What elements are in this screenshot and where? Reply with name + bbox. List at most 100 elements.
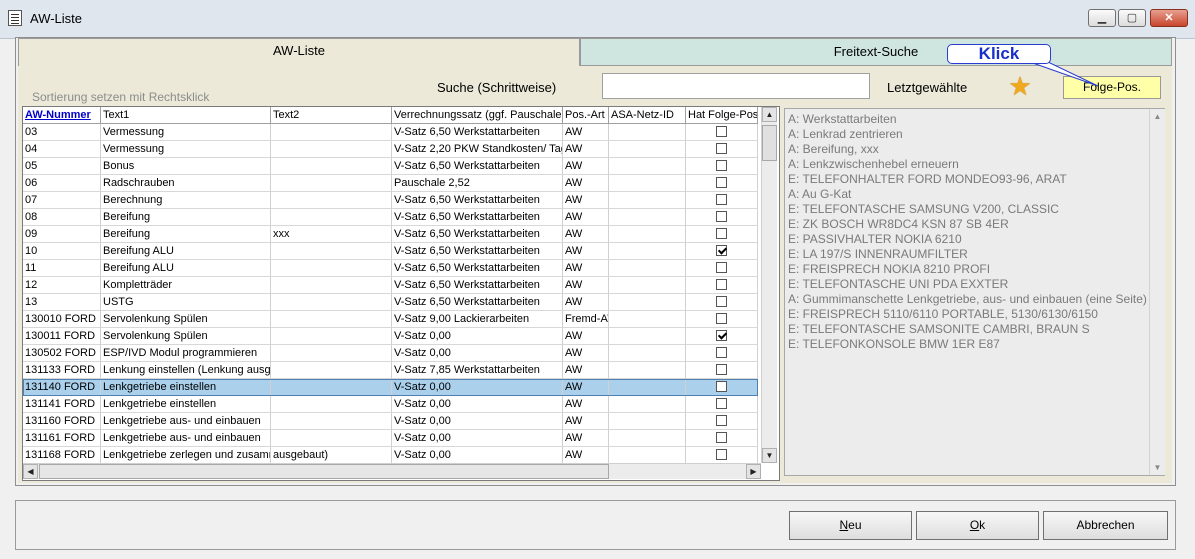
table-cell-aw-nummer: 131168 FORD (23, 447, 101, 464)
list-item[interactable]: E: TELEFONKONSOLE BMW 1ER E87 (788, 337, 1148, 352)
table-row[interactable]: 03 Vermessung V-Satz 6,50 Werkstattarbeite… (23, 124, 758, 141)
table-cell-pos-art: AW (563, 379, 609, 396)
table-row[interactable]: 13 USTG V-Satz 6,50 Werkstattarbeiten AW (23, 294, 758, 311)
table-row[interactable]: 11 Bereifung ALU V-Satz 6,50 Werkstattarbe… (23, 260, 758, 277)
table-cell-hat-folge-pos (686, 175, 758, 192)
folge-pos-checkbox[interactable] (716, 347, 727, 358)
table-row[interactable]: 12 Kompletträder V-Satz 6,50 Werkstattarbe… (23, 277, 758, 294)
list-item[interactable]: E: LA 197/S INNENRAUMFILTER (788, 247, 1148, 262)
table-row[interactable]: 131141 FORD Lenkgetriebe einstellen V-Satz… (23, 396, 758, 413)
close-button[interactable]: ✕ (1150, 9, 1188, 27)
table-cell-text1: USTG (101, 294, 271, 311)
folge-pos-checkbox[interactable] (716, 381, 727, 392)
new-button[interactable]: Neu (789, 511, 912, 540)
list-item[interactable]: E: ZK BOSCH WR8DC4 KSN 87 SB 4ER (788, 217, 1148, 232)
table-row[interactable]: 10 Bereifung ALU V-Satz 6,50 Werkstattarbe… (23, 243, 758, 260)
list-item[interactable]: A: Gummimanschette Lenkgetriebe, aus- un… (788, 292, 1148, 307)
folge-pos-checkbox[interactable] (716, 126, 727, 137)
folge-pos-checkbox[interactable] (716, 211, 727, 222)
minimize-button[interactable]: ▁ (1088, 9, 1116, 27)
recent-scroll-up-arrow-icon[interactable]: ▲ (1150, 109, 1165, 124)
list-item[interactable]: E: FREISPRECH 5110/6110 PORTABLE, 5130/6… (788, 307, 1148, 322)
recent-scroll-down-arrow-icon[interactable]: ▼ (1150, 460, 1165, 475)
search-input[interactable] (602, 73, 870, 99)
table-cell-asa-netz-id (609, 311, 686, 328)
folge-pos-checkbox[interactable] (716, 279, 727, 290)
cancel-button[interactable]: Abbrechen (1043, 511, 1168, 540)
list-item[interactable]: E: TELEFONHALTER FORD MONDEO93-96, ARAT (788, 172, 1148, 187)
list-item[interactable]: E: TELEFONTASCHE SAMSUNG V200, CLASSIC (788, 202, 1148, 217)
recent-list-scrollbar[interactable]: ▲ ▼ (1149, 109, 1165, 475)
folge-pos-checkbox[interactable] (716, 415, 727, 426)
table-row[interactable]: 09 Bereifung xxx V-Satz 6,50 Werkstattarbei… (23, 226, 758, 243)
table-row[interactable]: 130010 FORD Servolenkung Spülen V-Satz 9,0… (23, 311, 758, 328)
table-row[interactable]: 05 Bonus V-Satz 6,50 Werkstattarbeiten AW (23, 158, 758, 175)
grid-horizontal-scroll-thumb[interactable] (39, 464, 609, 479)
list-item[interactable]: A: Bereifung, xxx (788, 142, 1148, 157)
table-cell-text2 (271, 379, 392, 396)
folge-pos-checkbox[interactable] (716, 432, 727, 443)
folge-pos-checkbox[interactable] (716, 398, 727, 409)
list-item[interactable]: A: Werkstattarbeiten (788, 112, 1148, 127)
grid-vertical-scroll-thumb[interactable] (762, 125, 777, 161)
table-cell-asa-netz-id (609, 447, 686, 464)
table-row[interactable]: 07 Berechnung V-Satz 6,50 Werkstattarbeite… (23, 192, 758, 209)
table-row[interactable]: 131168 FORD Lenkgetriebe zerlegen und zus… (23, 447, 758, 464)
folge-pos-checkbox[interactable] (716, 177, 727, 188)
folge-pos-checkbox[interactable] (716, 313, 727, 324)
table-cell-aw-nummer: 131161 FORD (23, 430, 101, 447)
folge-pos-checkbox[interactable] (716, 228, 727, 239)
folge-pos-checkbox[interactable] (716, 245, 727, 256)
grid-header: AW-Nummer Text1 Text2 Verrechnungssatz (ggf… (23, 107, 758, 124)
folge-pos-checkbox[interactable] (716, 194, 727, 205)
table-row[interactable]: 130011 FORD Servolenkung Spülen V-Satz 0,0… (23, 328, 758, 345)
table-row[interactable]: 130502 FORD ESP/IVD Modul programmieren V-… (23, 345, 758, 362)
table-cell-pos-art: AW (563, 430, 609, 447)
column-header-text2[interactable]: Text2 (271, 107, 392, 124)
folge-pos-checkbox[interactable] (716, 330, 727, 341)
table-cell-hat-folge-pos (686, 396, 758, 413)
folge-pos-checkbox[interactable] (716, 364, 727, 375)
table-cell-asa-netz-id (609, 158, 686, 175)
list-item[interactable]: A: Lenkrad zentrieren (788, 127, 1148, 142)
list-item[interactable]: E: PASSIVHALTER NOKIA 6210 (788, 232, 1148, 247)
table-row[interactable]: 04 Vermessung V-Satz 2,20 PKW Standkosten/… (23, 141, 758, 158)
table-row[interactable]: 06 Radschrauben Pauschale 2,52 AW (23, 175, 758, 192)
table-cell-verrechnungssatz: V-Satz 6,50 Werkstattarbeiten (392, 124, 563, 141)
table-cell-hat-folge-pos (686, 226, 758, 243)
folge-pos-checkbox[interactable] (716, 296, 727, 307)
folge-pos-checkbox[interactable] (716, 449, 727, 460)
list-item[interactable]: E: FREISPRECH NOKIA 8210 PROFI (788, 262, 1148, 277)
ok-button[interactable]: Ok (916, 511, 1039, 540)
grid-vertical-scrollbar[interactable]: ▲ ▼ (761, 107, 777, 463)
table-cell-aw-nummer: 05 (23, 158, 101, 175)
table-row[interactable]: 08 Bereifung V-Satz 6,50 Werkstattarbeiten… (23, 209, 758, 226)
table-row[interactable]: 131160 FORD Lenkgetriebe aus- und einbaue… (23, 413, 758, 430)
column-header-text1[interactable]: Text1 (101, 107, 271, 124)
column-header-aw-nummer[interactable]: AW-Nummer (23, 107, 101, 124)
scroll-up-arrow-icon[interactable]: ▲ (762, 107, 777, 122)
list-item[interactable]: A: Lenkzwischenhebel erneuern (788, 157, 1148, 172)
column-header-asa-netz-id[interactable]: ASA-Netz-ID (609, 107, 686, 124)
table-row[interactable]: 131161 FORD Lenkgetriebe aus- und einbaue… (23, 430, 758, 447)
table-row[interactable]: 131133 FORD Lenkung einstellen (Lenkung a… (23, 362, 758, 379)
table-cell-aw-nummer: 04 (23, 141, 101, 158)
column-header-verrechnungssatz[interactable]: Verrechnungssatz (ggf. Pauschale) (392, 107, 563, 124)
scroll-right-arrow-icon[interactable]: ▶ (746, 464, 761, 479)
folge-pos-checkbox[interactable] (716, 262, 727, 273)
column-header-pos-art[interactable]: Pos.-Art (563, 107, 609, 124)
grid-horizontal-scrollbar[interactable]: ◀ ▶ (23, 463, 761, 479)
tab-aw-liste[interactable]: AW-Liste (18, 38, 580, 66)
scroll-down-arrow-icon[interactable]: ▼ (762, 448, 777, 463)
window-title: AW-Liste (30, 11, 83, 26)
list-item[interactable]: E: TELEFONTASCHE SAMSONITE CAMBRI, BRAUN… (788, 322, 1148, 337)
scroll-left-arrow-icon[interactable]: ◀ (23, 464, 38, 479)
maximize-button[interactable]: ▢ (1118, 9, 1146, 27)
app-list-icon (8, 10, 22, 26)
folge-pos-checkbox[interactable] (716, 143, 727, 154)
column-header-hat-folge-pos[interactable]: Hat Folge-Pos. (686, 107, 758, 124)
table-row[interactable]: 131140 FORD Lenkgetriebe einstellen V-Satz… (23, 379, 758, 396)
list-item[interactable]: A: Au G-Kat (788, 187, 1148, 202)
folge-pos-checkbox[interactable] (716, 160, 727, 171)
list-item[interactable]: E: TELEFONTASCHE UNI PDA EXXTER (788, 277, 1148, 292)
